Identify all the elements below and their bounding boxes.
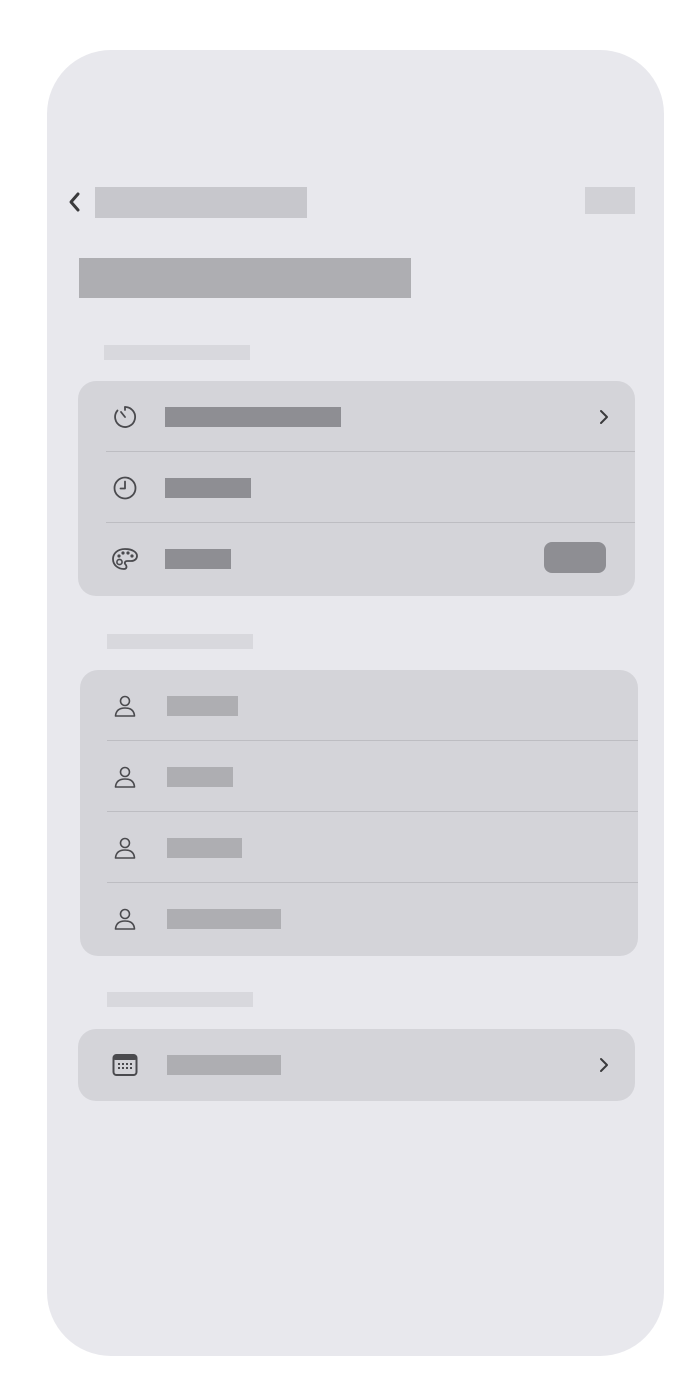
clock-icon xyxy=(110,473,140,503)
list-item-timer[interactable] xyxy=(78,381,635,452)
list-item-label xyxy=(165,478,251,498)
settings-group-2 xyxy=(80,670,638,956)
page-title xyxy=(79,258,411,298)
section-header-1 xyxy=(104,345,250,360)
timer-icon xyxy=(110,402,140,432)
list-item-person-1[interactable] xyxy=(80,670,638,741)
list-item-label xyxy=(165,549,231,569)
list-item-person-4[interactable] xyxy=(80,883,638,954)
settings-group-3 xyxy=(78,1029,635,1101)
list-item-calendar[interactable] xyxy=(78,1029,635,1100)
list-item-clock[interactable] xyxy=(78,452,635,523)
back-button[interactable] xyxy=(61,187,87,217)
appearance-toggle[interactable] xyxy=(544,542,606,573)
list-item-appearance[interactable] xyxy=(78,523,635,594)
chevron-right-icon xyxy=(596,1054,612,1076)
settings-group-1 xyxy=(78,381,635,596)
person-icon xyxy=(110,691,140,721)
list-item-label xyxy=(165,407,341,427)
list-item-person-3[interactable] xyxy=(80,812,638,883)
calendar-icon xyxy=(110,1050,140,1080)
person-icon xyxy=(110,833,140,863)
section-header-3 xyxy=(107,992,253,1007)
list-item-person-2[interactable] xyxy=(80,741,638,812)
nav-title xyxy=(95,187,307,218)
person-icon xyxy=(110,904,140,934)
section-header-2 xyxy=(107,634,253,649)
list-item-label xyxy=(167,838,242,858)
phone-screen xyxy=(47,50,664,1356)
list-item-label xyxy=(167,909,281,929)
list-item-label xyxy=(167,767,233,787)
palette-icon xyxy=(110,544,140,574)
nav-action-button[interactable] xyxy=(585,187,635,214)
list-item-label xyxy=(167,696,238,716)
chevron-left-icon xyxy=(69,192,80,212)
chevron-right-icon xyxy=(596,406,612,428)
list-item-label xyxy=(167,1055,281,1075)
person-icon xyxy=(110,762,140,792)
